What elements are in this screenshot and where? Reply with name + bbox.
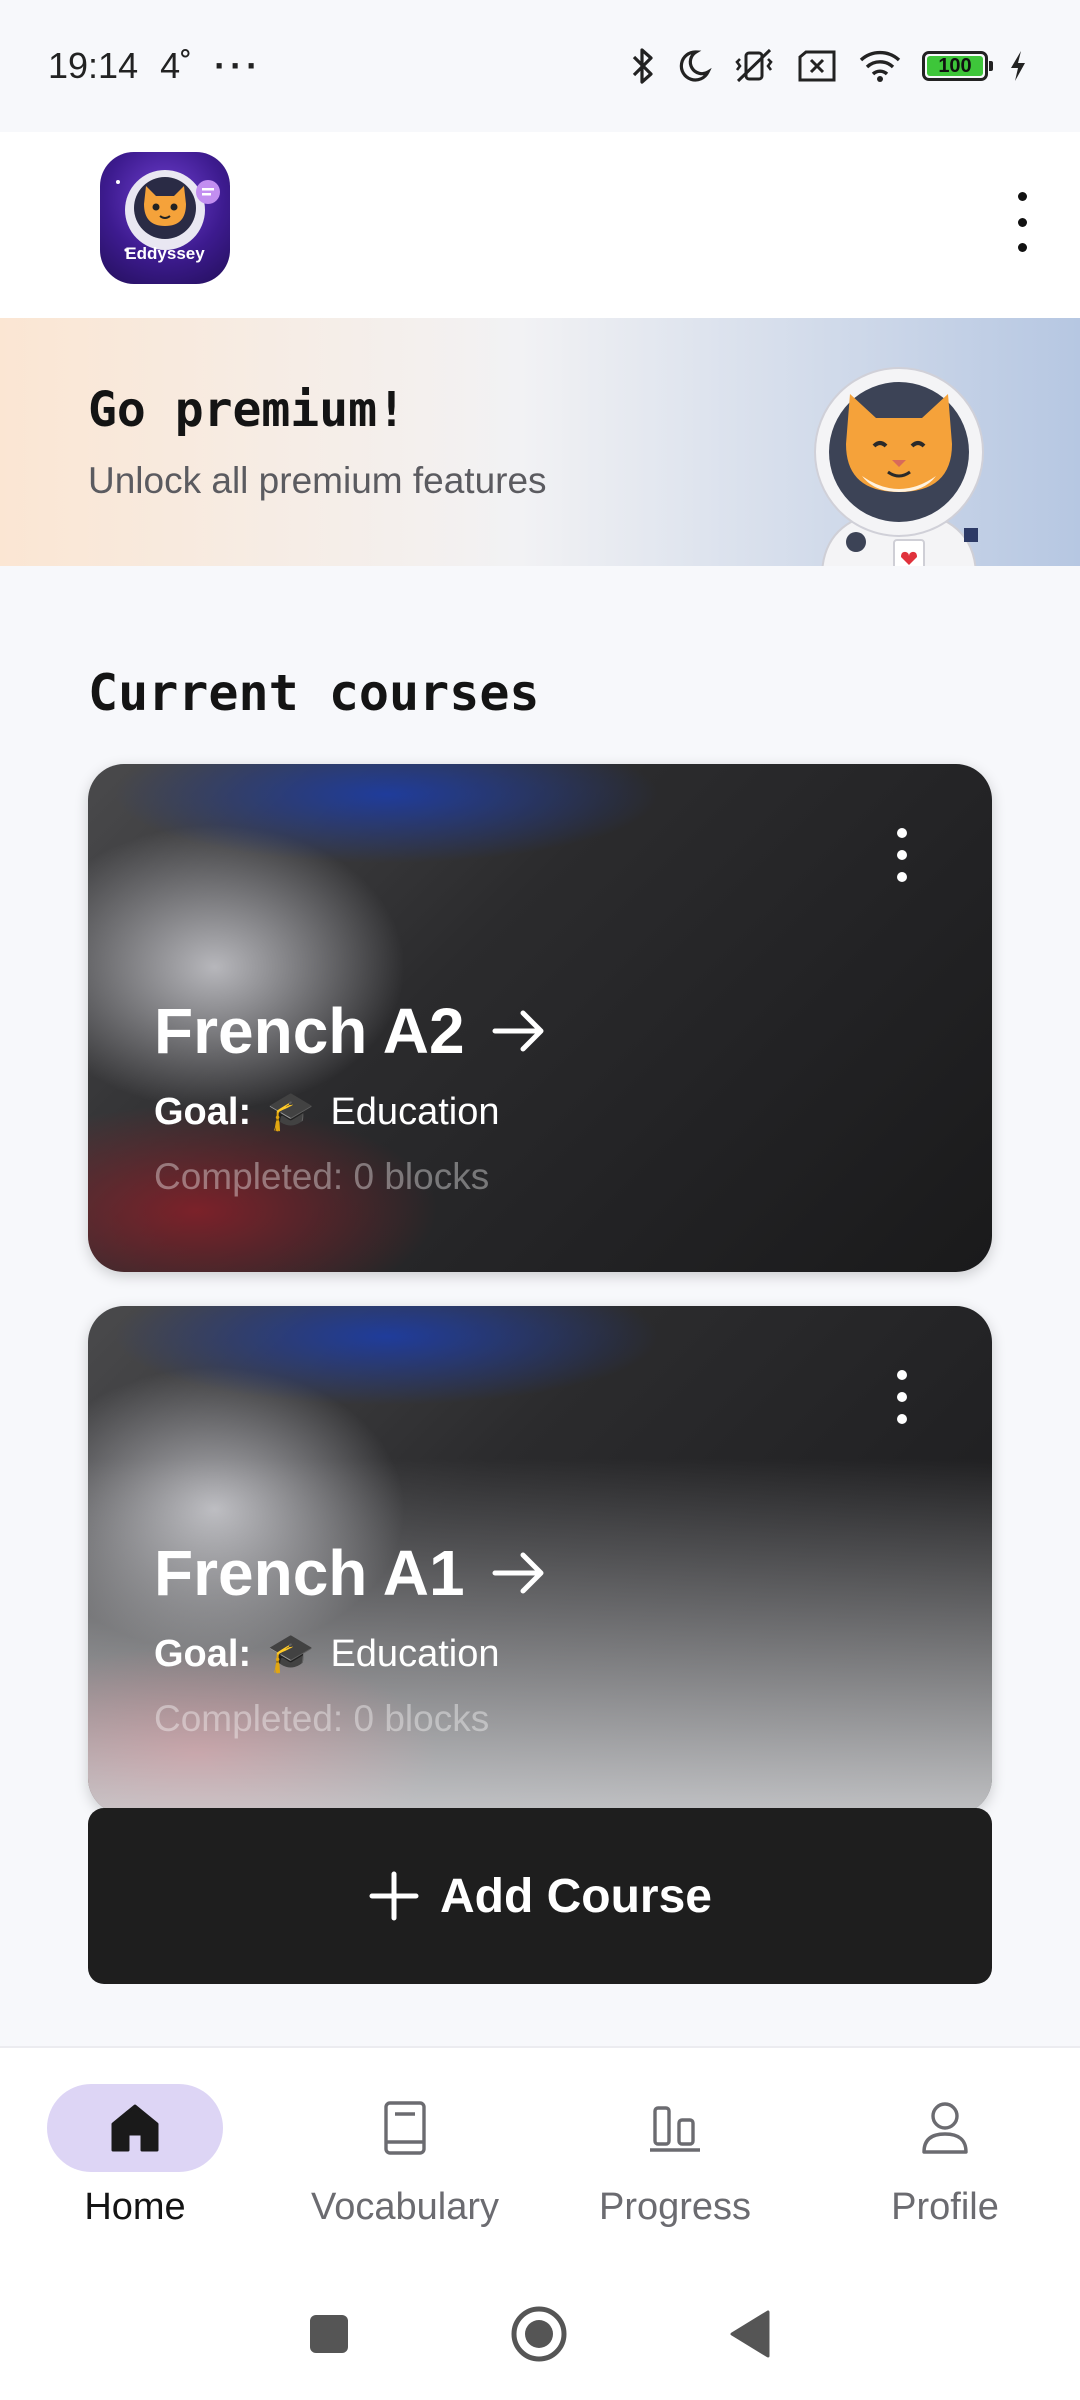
nav-item-profile[interactable]: Profile [810,2048,1080,2268]
back-triangle-icon[interactable] [728,2309,772,2359]
nav-label: Progress [598,2186,752,2228]
nav-label: Vocabulary [310,2186,499,2228]
course-title: French A1 [154,1536,547,1610]
clock: 19:14 [48,45,139,86]
battery-icon: 100 [922,51,993,81]
menu-dot [1017,217,1027,227]
status-left: 19:14 4˚ ··· [48,45,262,87]
course-options-button[interactable] [890,828,914,882]
course-goal: Goal: 🎓 Education [154,1090,499,1134]
premium-subtitle: Unlock all premium features [88,460,547,501]
premium-title: Go premium! [88,382,406,438]
do-not-disturb-moon-icon [679,50,712,82]
graduation-cap-icon: 🎓 [267,1091,315,1133]
person-icon [922,2102,968,2154]
bluetooth-icon [632,48,653,84]
menu-dot [1017,192,1027,201]
menu-dot [1017,243,1027,252]
goal-label: Goal: [154,1632,252,1675]
arrow-right-icon [492,1010,544,1052]
menu-dot [897,1370,907,1380]
current-courses-title: Current courses [88,664,540,722]
goal-value: Education [330,1632,500,1675]
no-sim-icon [798,50,836,82]
course-completed: Completed: 0 blocks [154,1156,490,1197]
arrow-right-icon [492,1552,544,1594]
battery-level: 100 [927,56,983,76]
system-navigation-bar [0,2268,1080,2400]
course-name: French A1 [154,1537,465,1609]
home-circle-icon[interactable] [510,2305,568,2363]
course-card[interactable]: French A1 Goal: 🎓 Education Completed: 0… [88,1306,992,1814]
course-title: French A2 [154,994,547,1068]
book-icon [384,2101,426,2155]
menu-dot [897,1414,907,1424]
logo-text: Eddyssey [125,244,205,263]
recent-apps-square-icon[interactable] [308,2313,350,2355]
app-logo[interactable]: Eddyssey [100,152,230,284]
app-header: Eddyssey [0,132,1080,318]
cat-astronaut-logo-icon [116,170,220,252]
course-options-button[interactable] [890,1370,914,1424]
temperature: 4˚ [160,45,193,86]
home-icon [111,2104,159,2152]
menu-dot [897,850,907,860]
overflow-menu-button[interactable] [1006,192,1038,252]
more-notifications-icon: ··· [214,45,263,86]
nav-item-home[interactable]: Home [0,2048,270,2268]
nav-label: Home [84,2186,186,2228]
bar-chart-icon [650,2106,700,2152]
premium-banner[interactable]: Go premium! Unlock all premium features [0,318,1080,566]
course-completed: Completed: 0 blocks [154,1698,490,1739]
course-name: French A2 [154,995,465,1067]
course-card[interactable]: French A2 Goal: 🎓 Education Completed: 0… [88,764,992,1272]
menu-dot [897,872,907,882]
nav-active-indicator [47,2084,223,2172]
cat-astronaut-illustration [814,367,984,566]
course-goal: Goal: 🎓 Education [154,1632,499,1676]
bottom-navigation: Home Vocabulary Progress Profile [0,2046,1080,2268]
goal-label: Goal: [154,1090,252,1133]
wifi-icon [859,50,901,82]
menu-dot [897,828,907,838]
status-bar: 19:14 4˚ ··· 100 [0,0,1080,132]
menu-dot [897,1392,907,1402]
goal-value: Education [330,1090,500,1133]
charging-bolt-icon [1011,51,1025,81]
nav-label: Profile [891,2186,999,2228]
add-course-label: Add Course [439,1869,712,1923]
add-course-button[interactable]: Add Course [88,1808,992,1984]
nav-item-vocabulary[interactable]: Vocabulary [270,2048,540,2268]
status-icons: 100 [630,47,1028,85]
graduation-cap-icon: 🎓 [267,1633,315,1675]
nav-item-progress[interactable]: Progress [540,2048,810,2268]
plus-icon [369,1871,419,1921]
vibrate-off-icon [735,48,773,83]
